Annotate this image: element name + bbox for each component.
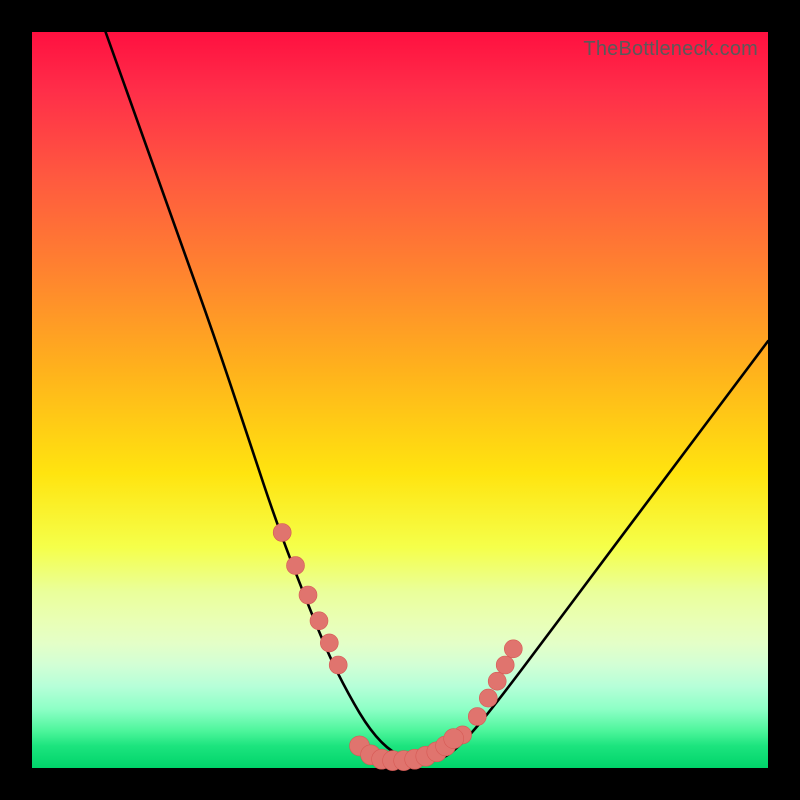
marker-dot [287,557,305,575]
marker-dot [444,729,464,749]
marker-dot [504,640,522,658]
marker-cluster-right [454,640,523,744]
marker-dot [488,672,506,690]
marker-dot [329,656,347,674]
marker-dot [273,524,291,542]
marker-dot [496,656,514,674]
marker-band-bottom [350,729,464,771]
marker-dot [468,708,486,726]
chart-svg [32,32,768,768]
curve-layer [106,32,768,761]
marker-dot [320,634,338,652]
chart-frame: TheBottleneck.com [0,0,800,800]
plot-area: TheBottleneck.com [32,32,768,768]
marker-dot [310,612,328,630]
bottleneck-curve [106,32,768,761]
marker-dot [479,689,497,707]
marker-dot [299,586,317,604]
